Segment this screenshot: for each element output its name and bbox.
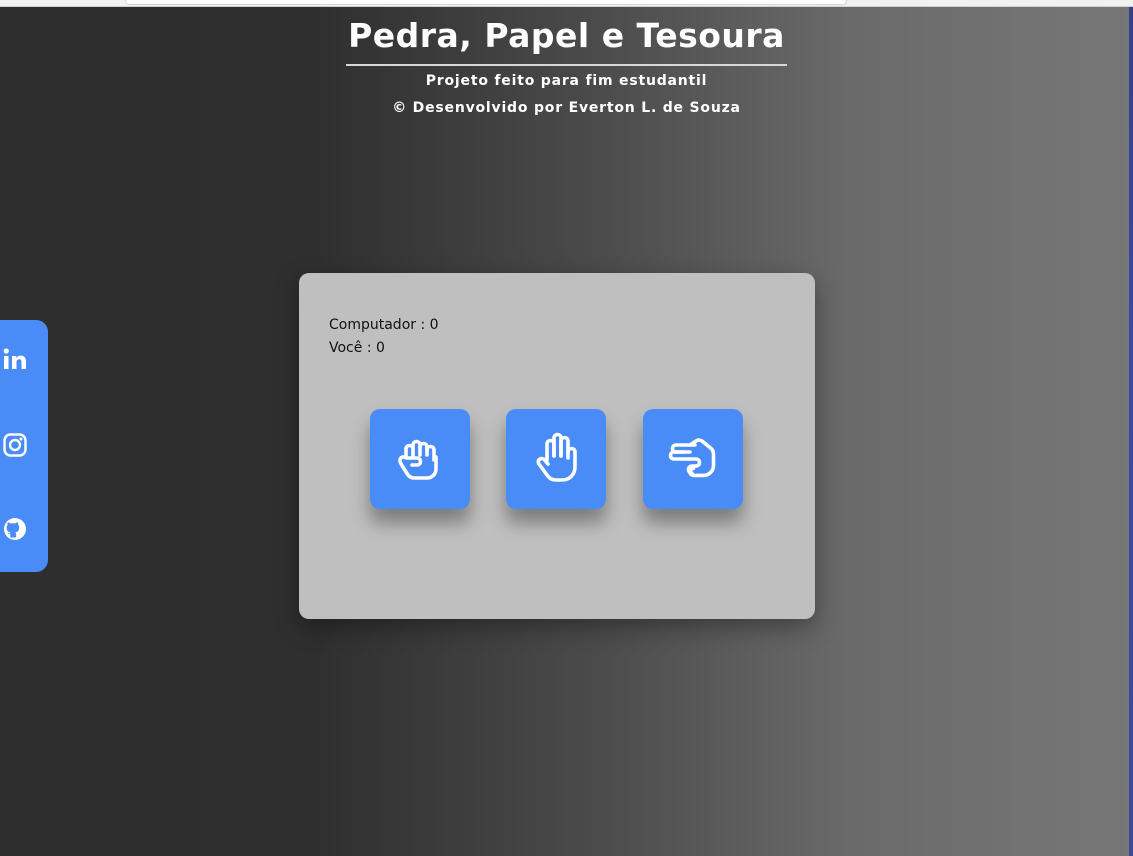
rock-button[interactable] — [370, 409, 470, 509]
credits-text: © Desenvolvido por Everton L. de Souza — [392, 100, 741, 116]
game-card: Computador : 0 Você : 0 — [299, 273, 815, 619]
github-icon — [4, 518, 26, 540]
instagram-link[interactable] — [0, 430, 30, 460]
paper-button[interactable] — [506, 409, 606, 509]
github-link[interactable] — [0, 514, 30, 544]
linkedin-link[interactable] — [0, 344, 30, 374]
window-edge — [1129, 7, 1133, 856]
player-score: Você : 0 — [329, 340, 385, 356]
address-bar-edge — [125, 0, 847, 5]
scissors-hand-icon — [668, 438, 716, 478]
fist-icon — [398, 439, 438, 480]
instagram-icon — [3, 433, 27, 457]
linkedin-icon — [3, 348, 26, 369]
computer-score: Computador : 0 — [329, 317, 439, 333]
page-subtitle: Projeto feito para fim estudantil — [425, 73, 708, 89]
page-header: Pedra, Papel e Tesoura Projeto feito par… — [0, 14, 1133, 117]
page-title: Pedra, Papel e Tesoura — [346, 14, 787, 66]
social-sidebar — [0, 320, 48, 572]
browser-top-strip — [0, 0, 1133, 7]
open-hand-icon — [536, 432, 577, 482]
scissors-button[interactable] — [643, 409, 743, 509]
